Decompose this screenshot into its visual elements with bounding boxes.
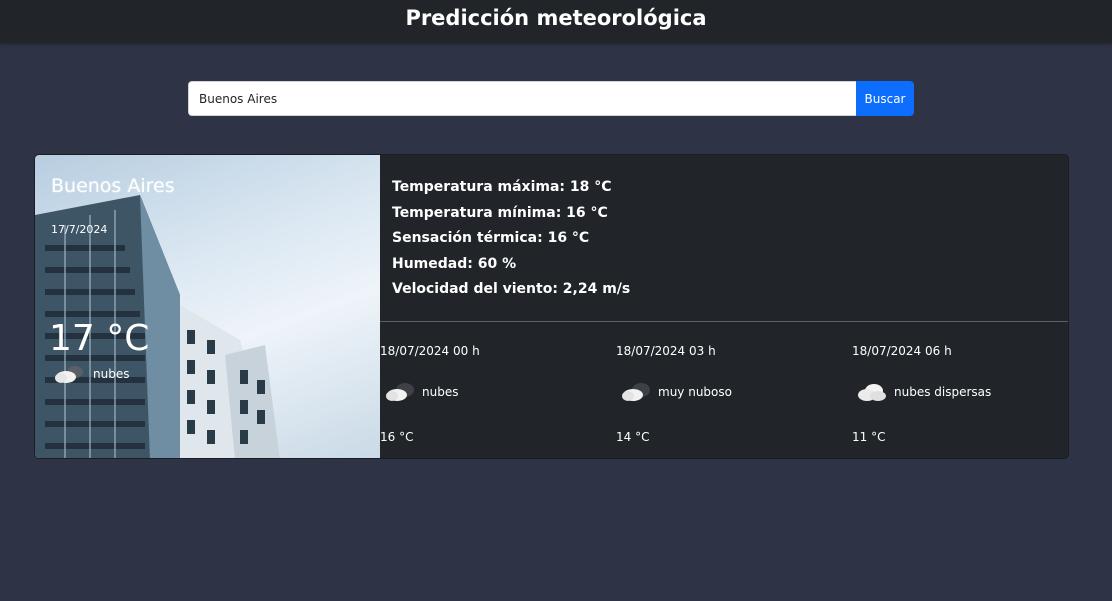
forecast-datetime: 18/07/2024 03 h xyxy=(616,344,716,358)
forecast-temperature: 11 °C xyxy=(852,430,886,444)
forecast-temperature: 16 °C xyxy=(380,430,414,444)
page-title: Predicción meteorológica xyxy=(405,6,707,30)
divider xyxy=(380,321,1068,322)
app-header: Predicción meteorológica xyxy=(0,0,1112,43)
forecast-condition-label: nubes dispersas xyxy=(894,385,992,399)
dark-cloud-icon xyxy=(384,381,416,403)
max-temperature: Temperatura máxima: 18 °C xyxy=(392,179,612,195)
current-condition-label: nubes xyxy=(93,367,130,381)
city-name: Buenos Aires xyxy=(51,175,175,197)
cloud-icon xyxy=(53,363,85,385)
forecast-condition: nubes dispersas xyxy=(856,381,991,403)
forecast-datetime: 18/07/2024 00 h xyxy=(380,344,480,358)
forecast-temperature: 14 °C xyxy=(616,430,650,444)
min-temperature: Temperatura mínima: 16 °C xyxy=(392,204,608,221)
forecast-condition: nubes xyxy=(384,381,458,403)
building-illustration xyxy=(35,195,280,458)
forecast-condition: muy nuboso xyxy=(620,381,732,403)
current-condition: nubes xyxy=(53,363,129,385)
search-button[interactable]: Buscar xyxy=(856,81,914,116)
dark-cloud-icon xyxy=(620,381,652,403)
feels-like: Sensación térmica: 16 °C xyxy=(392,230,590,246)
city-search-input[interactable] xyxy=(188,81,856,116)
city-photo: Buenos Aires 17/7/2024 17 °C nubes xyxy=(35,155,380,458)
current-date: 17/7/2024 xyxy=(51,223,108,236)
current-temperature: 17 °C xyxy=(49,318,150,359)
forecast-datetime: 18/07/2024 06 h xyxy=(852,344,952,358)
weather-card: Buenos Aires 17/7/2024 17 °C nubes Tempe… xyxy=(34,154,1069,459)
search-bar: Buscar xyxy=(188,81,914,116)
forecast-condition-label: nubes xyxy=(422,385,459,399)
forecast-condition-label: muy nuboso xyxy=(658,385,732,399)
wind-speed: Velocidad del viento: 2,24 m/s xyxy=(392,281,631,297)
weather-details: Temperatura máxima: 18 °C Temperatura mí… xyxy=(392,175,630,303)
humidity: Humedad: 60 % xyxy=(392,255,517,272)
cloud-icon xyxy=(856,381,888,403)
